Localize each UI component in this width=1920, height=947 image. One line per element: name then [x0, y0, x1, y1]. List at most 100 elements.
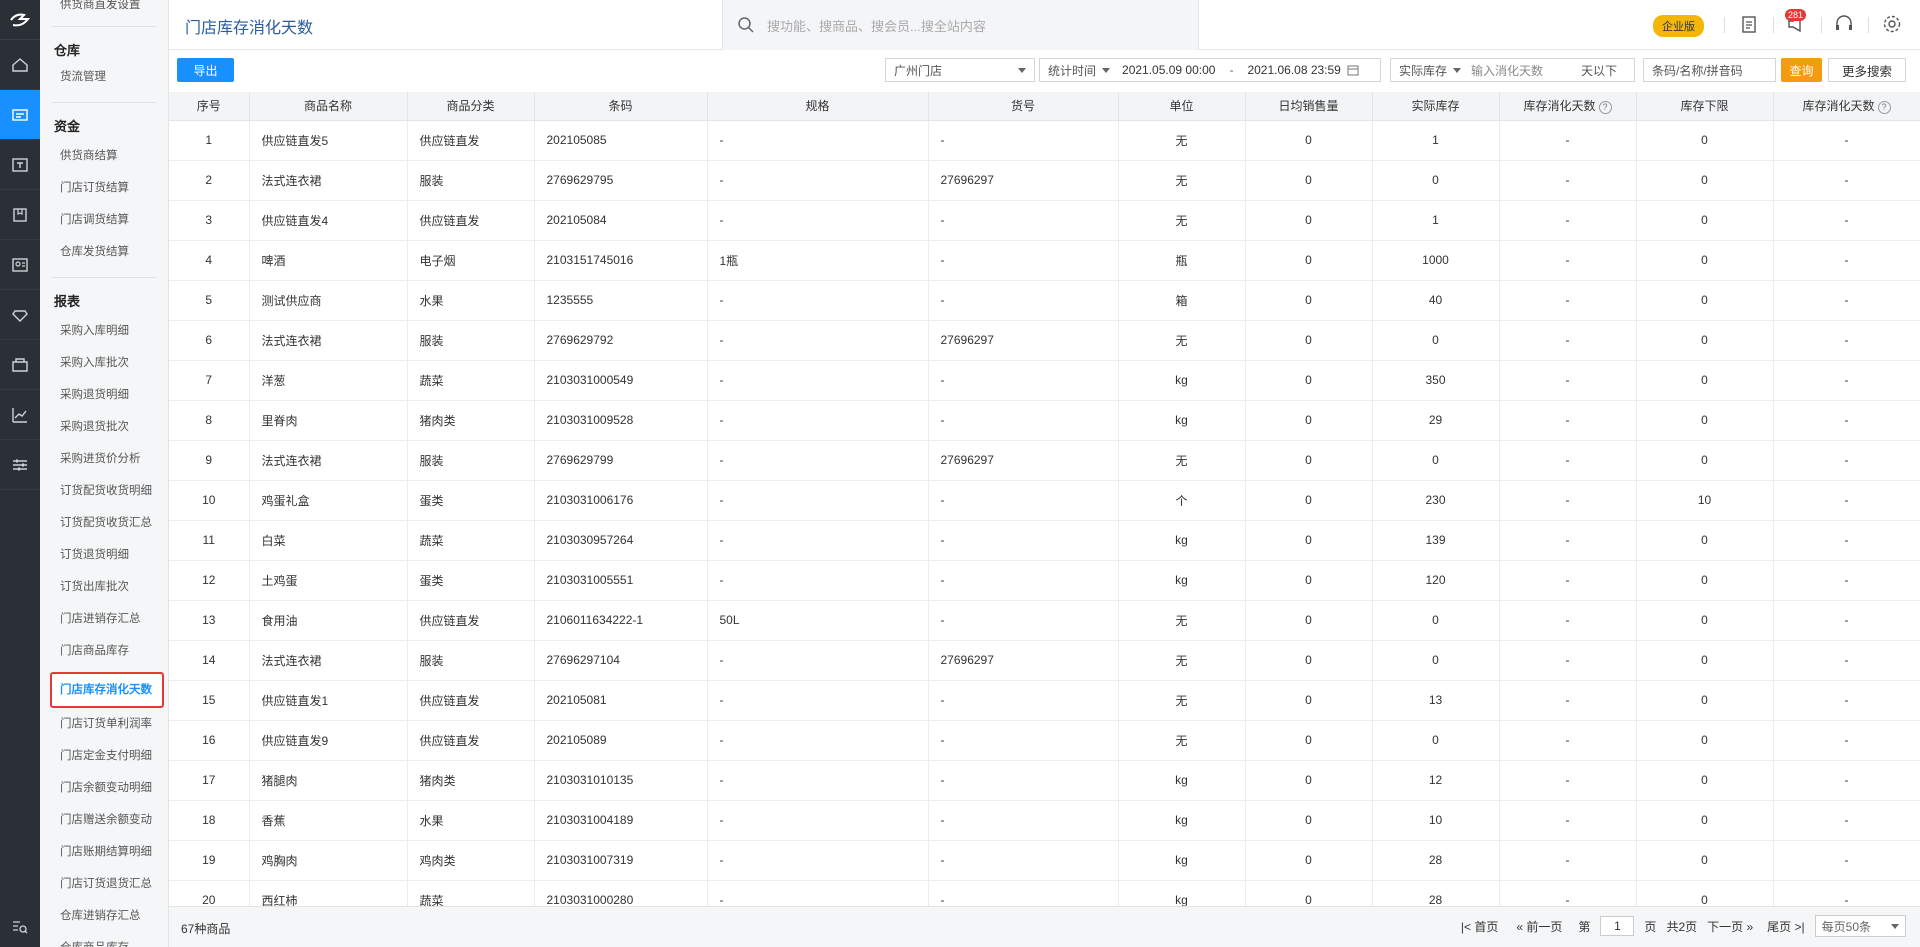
- table-row[interactable]: 14 法式连衣裙 服装 27696297104-27696297 无 0 0-0-: [169, 640, 1920, 681]
- table-row[interactable]: 7 洋葱 蔬菜 2103031000549- - kg 0 350-0-: [169, 360, 1920, 401]
- edition-badge[interactable]: 企业版: [1653, 15, 1704, 37]
- help-icon[interactable]: ?: [1877, 100, 1891, 114]
- sidebar-item[interactable]: 供货商直发设置: [40, 0, 168, 14]
- global-search[interactable]: 搜功能、搜商品、搜会员...搜全站内容: [722, 0, 1199, 50]
- sidebar-item[interactable]: 货流管理: [40, 68, 168, 90]
- table-row[interactable]: 16 供应链直发9 供应链直发 202105089- - 无 0 0-0-: [169, 720, 1920, 761]
- page-size-select[interactable]: 每页50条: [1814, 915, 1906, 937]
- cashier-icon[interactable]: [0, 140, 40, 190]
- first-page-link[interactable]: |< 首页: [1461, 918, 1498, 935]
- sidebar-item[interactable]: 订货出库批次: [40, 578, 168, 610]
- sidebar-item[interactable]: 门店订货结算: [40, 179, 168, 211]
- clipboard-icon[interactable]: [1738, 13, 1760, 35]
- table-row[interactable]: 15 供应链直发1 供应链直发 202105081- - 无 0 13-0-: [169, 680, 1920, 721]
- sidebar-item-active[interactable]: 门店库存消化天数: [50, 672, 164, 708]
- table-cell: 0: [1245, 840, 1373, 881]
- table-cell: -: [707, 800, 929, 841]
- headset-icon[interactable]: [1833, 13, 1855, 35]
- days-input[interactable]: 输入消化天数: [1471, 62, 1581, 79]
- table-cell: -: [1499, 720, 1637, 761]
- sidebar-item[interactable]: 采购退货批次: [40, 418, 168, 450]
- store-icon[interactable]: [0, 340, 40, 390]
- menu-search-icon[interactable]: [0, 907, 40, 947]
- table-row[interactable]: 9 法式连衣裙 服装 2769629799-27696297 无 0 0-0-: [169, 440, 1920, 481]
- sidebar-item[interactable]: 门店进销存汇总: [40, 610, 168, 642]
- column-header: 条码: [534, 92, 708, 121]
- gear-icon[interactable]: [1881, 13, 1903, 35]
- table-cell: 0: [1636, 840, 1774, 881]
- sidebar-item[interactable]: 仓库发货结算: [40, 243, 168, 265]
- table-row[interactable]: 19 鸡胸肉 鸡肉类 2103031007319- - kg 0 28-0-: [169, 840, 1920, 881]
- column-header-label: 货号: [1010, 99, 1035, 114]
- store-select[interactable]: 广州门店: [885, 58, 1035, 82]
- sidebar-item[interactable]: 采购入库明细: [40, 322, 168, 354]
- table-cell: kg: [1118, 400, 1246, 441]
- table-cell: 8: [169, 400, 250, 441]
- logo-icon[interactable]: [0, 0, 40, 40]
- sidebar-item[interactable]: 门店赠送余额变动: [40, 804, 168, 836]
- last-page-link[interactable]: 尾页 >|: [1767, 918, 1804, 935]
- table-row[interactable]: 1 供应链直发5 供应链直发 202105085- - 无 0 1-0-: [169, 120, 1920, 161]
- sidebar-item[interactable]: 订货配货收货汇总: [40, 514, 168, 546]
- table-cell: -: [928, 240, 1119, 281]
- table-row[interactable]: 11 白菜 蔬菜 2103030957264- - kg 0 139-0-: [169, 520, 1920, 561]
- more-search-button[interactable]: 更多搜索: [1828, 58, 1906, 82]
- report-chart-icon[interactable]: [0, 390, 40, 440]
- sidebar-item[interactable]: 采购进货价分析: [40, 450, 168, 482]
- table-cell: -: [707, 160, 929, 201]
- sidebar-item[interactable]: 订货配货收货明细: [40, 482, 168, 514]
- table-row[interactable]: 18 香蕉 水果 2103031004189- - kg 0 10-0-: [169, 800, 1920, 841]
- purchase-icon[interactable]: [0, 90, 40, 140]
- table-cell: 350: [1372, 360, 1500, 401]
- sidebar-item[interactable]: 仓库商品库存: [40, 932, 168, 947]
- table-cell: 27696297: [928, 440, 1119, 481]
- sidebar-item[interactable]: 门店商品库存: [40, 642, 168, 672]
- member-icon[interactable]: [0, 240, 40, 290]
- sidebar-item[interactable]: 门店订货单利润率: [40, 708, 168, 740]
- table-cell: 1: [1372, 200, 1500, 241]
- table-cell: -: [1773, 480, 1920, 521]
- table-row[interactable]: 2 法式连衣裙 服装 2769629795-27696297 无 0 0-0-: [169, 160, 1920, 201]
- table-row[interactable]: 17 猪腿肉 猪肉类 2103031010135- - kg 0 12-0-: [169, 760, 1920, 801]
- table-row[interactable]: 3 供应链直发4 供应链直发 202105084- - 无 0 1-0-: [169, 200, 1920, 241]
- goods-icon[interactable]: [0, 190, 40, 240]
- sidebar-item[interactable]: 采购入库批次: [40, 354, 168, 386]
- sidebar-item[interactable]: 订货退货明细: [40, 546, 168, 578]
- next-page-link[interactable]: 下一页 »: [1707, 918, 1753, 935]
- table-cell: 18: [169, 800, 250, 841]
- home-icon[interactable]: [0, 40, 40, 90]
- prev-page-link[interactable]: « 前一页: [1516, 918, 1562, 935]
- settings-sliders-icon[interactable]: [0, 440, 40, 490]
- table-row[interactable]: 4 啤酒 电子烟 2103151745016 1瓶 - 瓶 0 1000-0-: [169, 240, 1920, 281]
- stock-days-filter[interactable]: 实际库存 输入消化天数 天以下: [1390, 58, 1635, 82]
- help-icon[interactable]: ?: [1598, 100, 1612, 114]
- table-cell: 0: [1372, 320, 1500, 361]
- sidebar-item[interactable]: 门店订货退货汇总: [40, 868, 168, 900]
- sidebar-item[interactable]: 采购退货明细: [40, 386, 168, 418]
- table-cell: 蛋类: [407, 480, 535, 521]
- table-row[interactable]: 10 鸡蛋礼盒 蛋类 2103031006176- - 个 0 230-10-: [169, 480, 1920, 521]
- page-size-value: 每页50条: [1821, 919, 1871, 934]
- export-button[interactable]: 导出: [177, 58, 234, 82]
- query-button[interactable]: 查询: [1781, 58, 1822, 82]
- table-row[interactable]: 6 法式连衣裙 服装 2769629792-27696297 无 0 0-0-: [169, 320, 1920, 361]
- table-row[interactable]: 12 土鸡蛋 蛋类 2103031005551- - kg 0 120-0-: [169, 560, 1920, 601]
- table-cell: -: [1499, 600, 1637, 641]
- sidebar-item[interactable]: 供货商结算: [40, 147, 168, 179]
- sidebar-item[interactable]: 门店调货结算: [40, 211, 168, 243]
- table-cell: 鸡肉类: [407, 840, 535, 881]
- diamond-icon[interactable]: [0, 290, 40, 340]
- date-range-picker[interactable]: 统计时间 2021.05.09 00:00 - 2021.06.08 23:59: [1039, 58, 1381, 82]
- table-row[interactable]: 5 测试供应商 水果 1235555- - 箱 0 40-0-: [169, 280, 1920, 321]
- stock-type-select[interactable]: 实际库存: [1399, 62, 1447, 79]
- sidebar-item[interactable]: 门店定金支付明细: [40, 740, 168, 772]
- sidebar-item[interactable]: 仓库进销存汇总: [40, 900, 168, 932]
- code-search-input[interactable]: 条码/名称/拼音码: [1643, 58, 1776, 82]
- page-number-input[interactable]: 1: [1600, 916, 1635, 936]
- table-row[interactable]: 20 西红柿 蔬菜 2103031000280- - kg 0 28-0-: [169, 880, 1920, 906]
- table-row[interactable]: 13 食用油 供应链直发 2106011634222-1 50L - 无 0 0-0-: [169, 600, 1920, 641]
- sidebar-item[interactable]: 门店余额变动明细: [40, 772, 168, 804]
- table-cell: kg: [1118, 520, 1246, 561]
- table-row[interactable]: 8 里脊肉 猪肉类 2103031009528- - kg 0 29-0-: [169, 400, 1920, 441]
- sidebar-item[interactable]: 门店账期结算明细: [40, 836, 168, 868]
